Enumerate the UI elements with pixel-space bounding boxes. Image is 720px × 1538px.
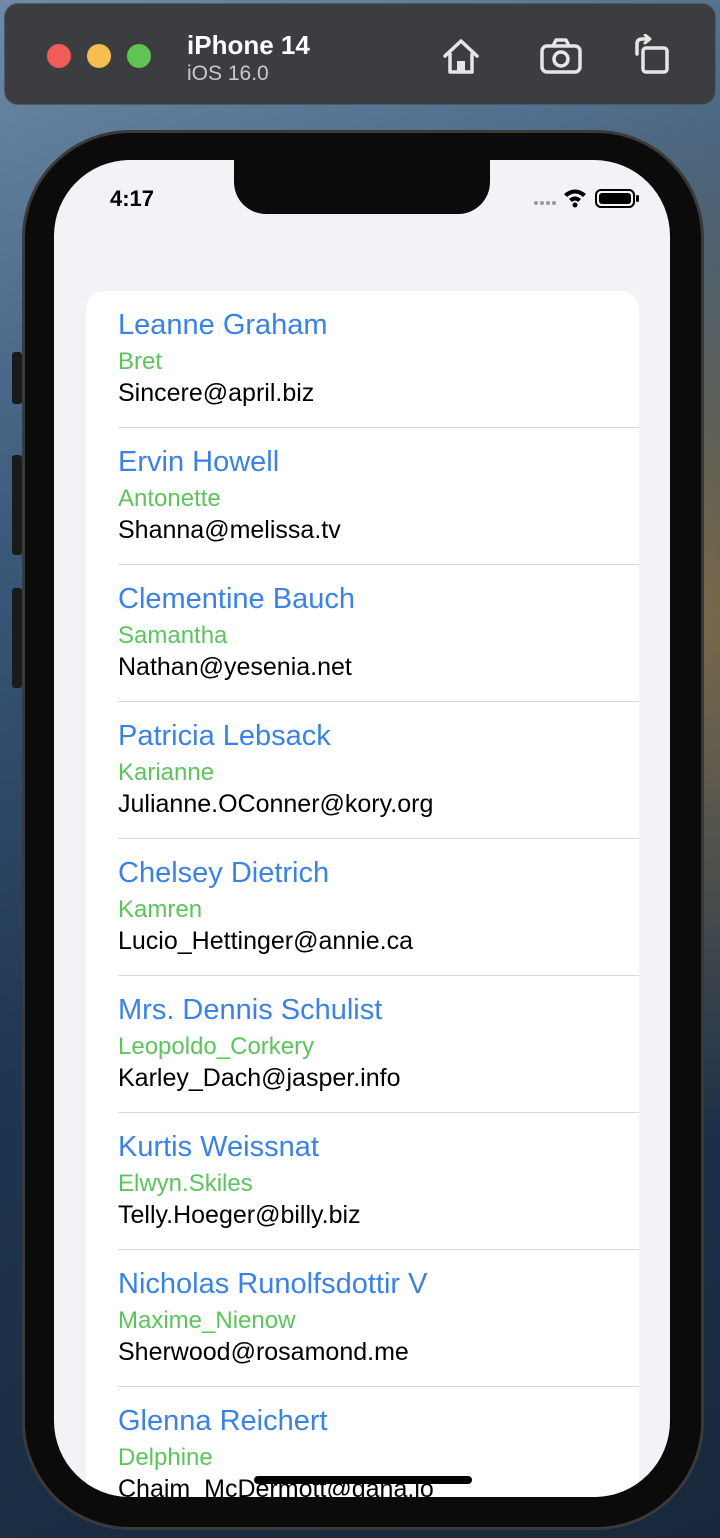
signal-icon — [534, 201, 556, 205]
user-username: Karianne — [118, 759, 215, 786]
user-name: Chelsey Dietrich — [118, 857, 330, 889]
phone-screen: 4:17 Leanne Graham Bret Sincere@april.biz E… — [54, 160, 670, 1497]
simulator-toolbar: iPhone 14 iOS 16.0 — [4, 3, 716, 105]
user-username: Delphine — [118, 1444, 213, 1471]
user-name: Clementine Bauch — [118, 583, 355, 615]
battery-icon — [595, 189, 639, 208]
list-item[interactable]: Kurtis Weissnat Elwyn.Skiles Telly.Hoeger@… — [86, 1113, 639, 1250]
volume-down-button — [12, 588, 22, 688]
status-time: 4:17 — [110, 186, 155, 211]
user-username: Kamren — [118, 896, 203, 923]
user-email: Shanna@melissa.tv — [118, 516, 341, 544]
list-item[interactable]: Mrs. Dennis Schulist Leopoldo_Corkery Karl… — [86, 976, 639, 1113]
home-icon[interactable] — [439, 34, 483, 78]
device-name: iPhone 14 — [187, 30, 310, 60]
user-email: Sincere@april.biz — [118, 379, 315, 407]
mute-switch — [12, 352, 22, 404]
user-name: Glenna Reichert — [118, 1405, 328, 1437]
user-email: Nathan@yesenia.net — [118, 653, 352, 681]
user-email: Sherwood@rosamond.me — [118, 1338, 409, 1366]
user-name: Leanne Graham — [118, 309, 328, 341]
list-item[interactable]: Ervin Howell Antonette Shanna@melissa.tv — [86, 428, 639, 565]
home-indicator[interactable] — [254, 1476, 472, 1484]
user-list[interactable]: Leanne Graham Bret Sincere@april.biz Ervin … — [86, 291, 639, 1497]
user-name: Ervin Howell — [118, 446, 280, 478]
wifi-icon — [564, 189, 586, 208]
user-username: Leopoldo_Corkery — [118, 1033, 315, 1060]
list-item[interactable]: Nicholas Runolfsdottir V Maxime_Nienow She… — [86, 1250, 639, 1387]
list-item[interactable]: Leanne Graham Bret Sincere@april.biz — [86, 291, 639, 428]
rotate-icon[interactable] — [629, 34, 673, 78]
user-email: Lucio_Hettinger@annie.ca — [118, 927, 414, 955]
screenshot-icon[interactable] — [539, 34, 583, 78]
status-icons — [534, 189, 639, 208]
close-window-button[interactable] — [47, 44, 71, 68]
volume-up-button — [12, 455, 22, 555]
user-email: Julianne.OConner@kory.org — [118, 790, 434, 818]
notch — [234, 160, 490, 214]
zoom-window-button[interactable] — [127, 44, 151, 68]
list-item[interactable]: Clementine Bauch Samantha Nathan@yesenia.n… — [86, 565, 639, 702]
os-version: iOS 16.0 — [187, 62, 269, 85]
list-item[interactable]: Chelsey Dietrich Kamren Lucio_Hettinger@an… — [86, 839, 639, 976]
user-username: Antonette — [118, 485, 221, 512]
user-username: Samantha — [118, 622, 228, 649]
user-username: Maxime_Nienow — [118, 1307, 296, 1334]
user-email: Karley_Dach@jasper.info — [118, 1064, 401, 1092]
user-username: Elwyn.Skiles — [118, 1170, 253, 1197]
user-email: Telly.Hoeger@billy.biz — [118, 1201, 361, 1229]
user-username: Bret — [118, 348, 163, 375]
minimize-window-button[interactable] — [87, 44, 111, 68]
user-name: Nicholas Runolfsdottir V — [118, 1268, 428, 1300]
user-name: Mrs. Dennis Schulist — [118, 994, 383, 1026]
user-name: Patricia Lebsack — [118, 720, 331, 752]
list-item[interactable]: Patricia Lebsack Karianne Julianne.OConner… — [86, 702, 639, 839]
user-name: Kurtis Weissnat — [118, 1131, 319, 1163]
